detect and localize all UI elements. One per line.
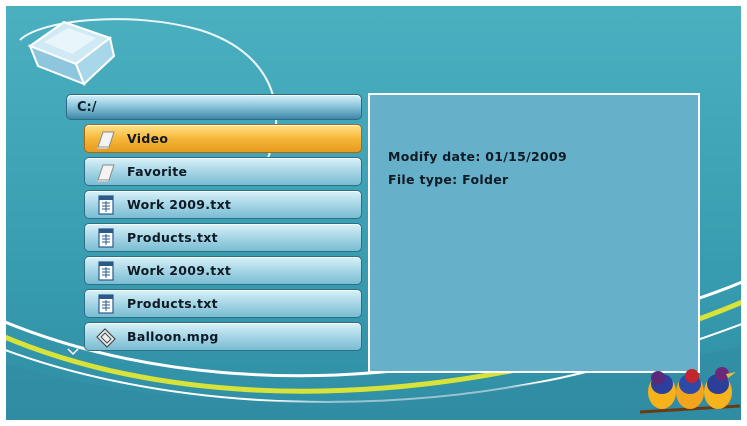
text-file-icon: [98, 294, 114, 314]
video-file-icon: [96, 328, 116, 348]
file-row-products-txt[interactable]: Products.txt: [84, 223, 362, 252]
file-row-work-2009-txt[interactable]: Work 2009.txt: [84, 256, 362, 285]
text-file-icon: [98, 195, 114, 215]
file-row-work-2009-txt[interactable]: Work 2009.txt: [84, 190, 362, 219]
file-type: File type: Folder: [388, 172, 509, 187]
file-name: Video: [127, 131, 169, 146]
file-name: Balloon.mpg: [127, 329, 219, 344]
birds-illustration: [640, 367, 740, 414]
file-name: Work 2009.txt: [127, 263, 232, 278]
file-name: Products.txt: [127, 230, 218, 245]
folder-page-icon: [97, 131, 115, 149]
file-name: Products.txt: [127, 296, 218, 311]
text-file-icon: [98, 228, 114, 248]
file-row-video[interactable]: Video: [84, 124, 362, 153]
media-browser-screen: C:/ Video Favorite Work 2009.txt Product…: [0, 0, 747, 426]
modify-date: Modify date: 01/15/2009: [388, 149, 567, 164]
chevron-down-icon[interactable]: [66, 346, 80, 356]
text-file-icon: [98, 261, 114, 281]
file-info-panel: Modify date: 01/15/2009 File type: Folde…: [368, 93, 700, 373]
folder-page-icon: [97, 164, 115, 182]
path-breadcrumb: C:/: [66, 94, 362, 120]
file-name: Work 2009.txt: [127, 197, 232, 212]
file-name: Favorite: [127, 164, 188, 179]
file-row-products-txt[interactable]: Products.txt: [84, 289, 362, 318]
folder-icon: [27, 20, 116, 86]
file-list: Video Favorite Work 2009.txt Products.tx…: [84, 124, 362, 355]
file-row-favorite[interactable]: Favorite: [84, 157, 362, 186]
current-path: C:/: [77, 100, 97, 115]
file-row-balloon-mpg[interactable]: Balloon.mpg: [84, 322, 362, 351]
